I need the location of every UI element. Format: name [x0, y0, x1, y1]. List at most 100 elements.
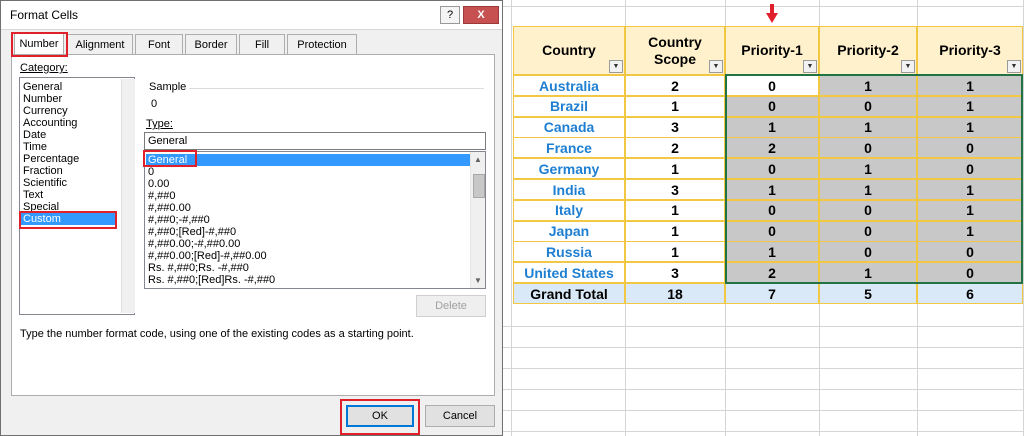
type-item[interactable]: #,##0;-#,##0 [148, 214, 210, 226]
ok-button[interactable]: OK [346, 405, 414, 427]
filter-dropdown-icon[interactable]: ▼ [609, 60, 623, 73]
spreadsheet[interactable]: Country ▼ Country Scope ▼ Priority-1 ▼ P… [503, 0, 1024, 436]
tab-border[interactable]: Border [185, 34, 237, 54]
country-cell[interactable]: United States [513, 262, 625, 284]
header-priority-3[interactable]: Priority-3 ▼ [917, 26, 1023, 75]
type-input[interactable]: General [144, 132, 486, 150]
scope-cell[interactable]: 3 [625, 262, 725, 284]
scope-cell[interactable]: 2 [625, 75, 725, 96]
scope-cell[interactable]: 1 [625, 241, 725, 263]
type-item[interactable]: #,##0 [148, 190, 176, 202]
category-item-currency[interactable]: Currency [23, 105, 68, 117]
cancel-button[interactable]: Cancel [425, 405, 495, 427]
priority-1-cell[interactable]: 0 [725, 95, 819, 117]
country-cell[interactable]: Germany [513, 158, 625, 180]
priority-1-cell[interactable]: 1 [725, 179, 819, 200]
category-item-date[interactable]: Date [23, 129, 46, 141]
priority-1-cell[interactable]: 0 [725, 75, 819, 96]
priority-3-cell[interactable]: 0 [917, 137, 1023, 159]
country-cell[interactable]: Japan [513, 220, 625, 242]
priority-1-cell[interactable]: 0 [725, 158, 819, 180]
priority-3-cell[interactable]: 1 [917, 75, 1023, 96]
type-item[interactable]: #,##0.00;-#,##0.00 [148, 238, 240, 250]
priority-2-cell[interactable]: 1 [819, 179, 917, 200]
header-country[interactable]: Country ▼ [513, 26, 625, 75]
priority-1-cell[interactable]: 0 [725, 220, 819, 242]
type-item[interactable]: 0 [148, 166, 154, 178]
category-item-percentage[interactable]: Percentage [23, 153, 79, 165]
country-cell[interactable]: Russia [513, 241, 625, 263]
priority-1-cell[interactable]: 1 [725, 116, 819, 138]
priority-1-cell[interactable]: 2 [725, 262, 819, 284]
priority-2-cell[interactable]: 1 [819, 116, 917, 138]
category-item-text[interactable]: Text [23, 189, 43, 201]
scroll-thumb[interactable] [473, 174, 485, 198]
category-list[interactable]: General Number Currency Accounting Date … [19, 77, 135, 315]
priority-2-cell[interactable]: 0 [819, 95, 917, 117]
priority-3-cell[interactable]: 1 [917, 179, 1023, 200]
type-item[interactable]: Rs. #,##0;Rs. -#,##0 [148, 262, 249, 274]
type-item[interactable]: Rs. #,##0;[Red]Rs. -#,##0 [148, 274, 275, 286]
priority-3-cell[interactable]: 1 [917, 95, 1023, 117]
scope-cell[interactable]: 1 [625, 95, 725, 117]
tab-fill[interactable]: Fill [239, 34, 285, 54]
grand-total-p2[interactable]: 5 [819, 283, 917, 304]
scope-cell[interactable]: 1 [625, 158, 725, 180]
category-item-fraction[interactable]: Fraction [23, 165, 63, 177]
header-country-scope[interactable]: Country Scope ▼ [625, 26, 725, 75]
scope-cell[interactable]: 3 [625, 179, 725, 200]
category-item-special[interactable]: Special [23, 201, 59, 213]
filter-dropdown-icon[interactable]: ▼ [901, 60, 915, 73]
filter-dropdown-icon[interactable]: ▼ [709, 60, 723, 73]
type-item[interactable]: #,##0.00 [148, 202, 191, 214]
tab-alignment[interactable]: Alignment [67, 34, 133, 54]
country-cell[interactable]: Italy [513, 199, 625, 221]
priority-3-cell[interactable]: 0 [917, 158, 1023, 180]
tab-number[interactable]: Number [14, 33, 64, 55]
country-cell[interactable]: France [513, 137, 625, 159]
category-item-time[interactable]: Time [23, 141, 47, 153]
grand-total-p3[interactable]: 6 [917, 283, 1023, 304]
type-list[interactable]: General 0 0.00 #,##0 #,##0.00 #,##0;-#,#… [144, 151, 486, 289]
priority-1-cell[interactable]: 0 [725, 199, 819, 221]
scope-cell[interactable]: 3 [625, 116, 725, 138]
priority-1-cell[interactable]: 2 [725, 137, 819, 159]
type-item[interactable]: 0.00 [148, 178, 169, 190]
priority-1-cell[interactable]: 1 [725, 241, 819, 263]
priority-2-cell[interactable]: 1 [819, 75, 917, 96]
scope-cell[interactable]: 2 [625, 137, 725, 159]
priority-3-cell[interactable]: 1 [917, 220, 1023, 242]
priority-2-cell[interactable]: 0 [819, 199, 917, 221]
priority-3-cell[interactable]: 1 [917, 116, 1023, 138]
type-item-general[interactable]: General [146, 154, 471, 166]
priority-3-cell[interactable]: 0 [917, 262, 1023, 284]
type-item[interactable]: #,##0;[Red]-#,##0 [148, 226, 236, 238]
scroll-down-icon[interactable]: ▼ [474, 276, 482, 285]
priority-2-cell[interactable]: 1 [819, 262, 917, 284]
category-item-scientific[interactable]: Scientific [23, 177, 67, 189]
category-item-general[interactable]: General [23, 81, 62, 93]
priority-2-cell[interactable]: 1 [819, 158, 917, 180]
category-scrollbar[interactable] [121, 79, 135, 313]
help-button[interactable]: ? [440, 6, 460, 24]
country-cell[interactable]: India [513, 179, 625, 200]
category-item-custom[interactable]: Custom [21, 213, 116, 225]
close-button[interactable]: X [463, 6, 499, 24]
filter-dropdown-icon[interactable]: ▼ [803, 60, 817, 73]
dialog-titlebar[interactable]: Format Cells ? X [1, 1, 502, 30]
scope-cell[interactable]: 1 [625, 199, 725, 221]
grand-total-label[interactable]: Grand Total [513, 283, 625, 304]
grand-total-scope[interactable]: 18 [625, 283, 725, 304]
priority-3-cell[interactable]: 0 [917, 241, 1023, 263]
grand-total-p1[interactable]: 7 [725, 283, 819, 304]
scroll-up-icon[interactable]: ▲ [474, 155, 482, 164]
country-cell[interactable]: Canada [513, 116, 625, 138]
scope-cell[interactable]: 1 [625, 220, 725, 242]
type-list-scrollbar[interactable]: ▲ ▼ [470, 152, 485, 288]
category-item-accounting[interactable]: Accounting [23, 117, 77, 129]
filter-dropdown-icon[interactable]: ▼ [1007, 60, 1021, 73]
tab-font[interactable]: Font [135, 34, 183, 54]
tab-protection[interactable]: Protection [287, 34, 357, 54]
type-item[interactable]: #,##0.00;[Red]-#,##0.00 [148, 250, 267, 262]
priority-3-cell[interactable]: 1 [917, 199, 1023, 221]
